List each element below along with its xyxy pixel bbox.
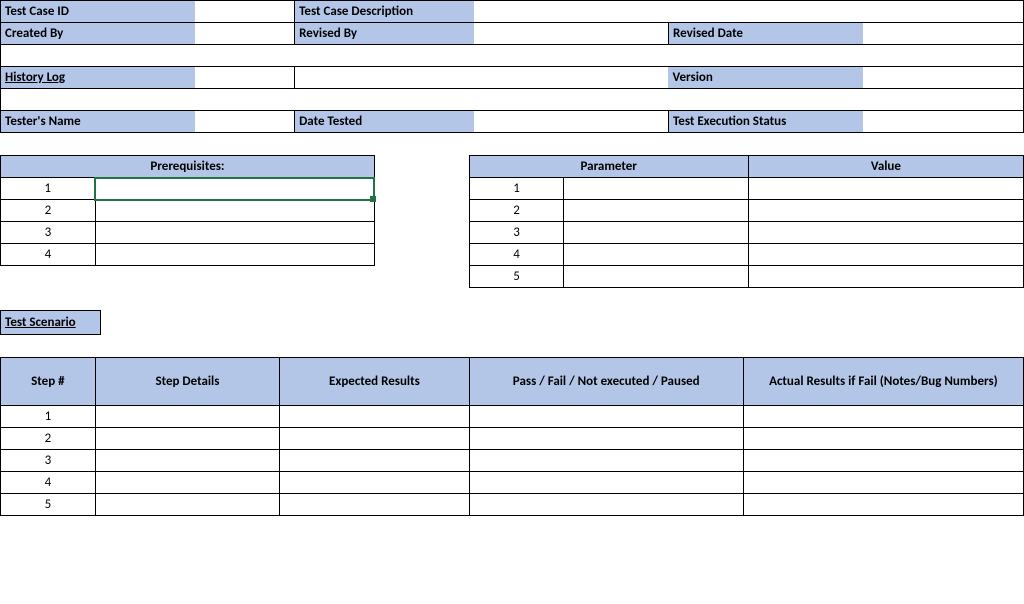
param-row-input[interactable] bbox=[564, 178, 748, 200]
input-test-case-id[interactable] bbox=[195, 1, 295, 23]
pass-fail-input[interactable] bbox=[469, 406, 743, 428]
prereq-row-input[interactable] bbox=[95, 222, 374, 244]
prereq-row-num: 2 bbox=[1, 200, 96, 222]
input-revised-date[interactable] bbox=[863, 23, 1024, 45]
expected-results-input[interactable] bbox=[280, 494, 469, 516]
label-value: Value bbox=[748, 156, 1023, 178]
label-revised-date: Revised Date bbox=[668, 23, 862, 45]
label-revised-by: Revised By bbox=[295, 23, 475, 45]
param-row-num: 2 bbox=[469, 200, 564, 222]
value-row-input[interactable] bbox=[748, 200, 1023, 222]
actual-results-input[interactable] bbox=[743, 406, 1023, 428]
step-details-input[interactable] bbox=[95, 472, 279, 494]
param-row-input[interactable] bbox=[564, 244, 748, 266]
label-testers-name: Tester's Name bbox=[1, 111, 195, 133]
test-scenario-row: Test Scenario bbox=[0, 310, 1024, 335]
actual-results-input[interactable] bbox=[743, 494, 1023, 516]
pass-fail-input[interactable] bbox=[469, 450, 743, 472]
actual-results-input[interactable] bbox=[743, 428, 1023, 450]
input-test-case-description[interactable] bbox=[474, 1, 1023, 23]
label-test-exec-status: Test Execution Status bbox=[668, 111, 862, 133]
step-row-num: 5 bbox=[1, 494, 96, 516]
label-test-case-id: Test Case ID bbox=[1, 1, 195, 23]
label-test-case-description: Test Case Description bbox=[295, 1, 475, 23]
input-revised-by[interactable] bbox=[474, 23, 668, 45]
step-details-input[interactable] bbox=[95, 494, 279, 516]
param-row-num: 5 bbox=[469, 266, 564, 288]
label-step-num: Step # bbox=[1, 358, 96, 406]
param-row-num: 4 bbox=[469, 244, 564, 266]
label-date-tested: Date Tested bbox=[295, 111, 475, 133]
label-test-scenario: Test Scenario bbox=[1, 311, 101, 335]
label-parameter: Parameter bbox=[469, 156, 748, 178]
expected-results-input[interactable] bbox=[280, 428, 469, 450]
input-version[interactable] bbox=[863, 67, 1024, 89]
value-row-input[interactable] bbox=[748, 244, 1023, 266]
step-details-input[interactable] bbox=[95, 450, 279, 472]
param-row-input[interactable] bbox=[564, 222, 748, 244]
step-row-num: 1 bbox=[1, 406, 96, 428]
top-header-table: Test Case ID Test Case Description Creat… bbox=[0, 0, 1024, 133]
param-row-num: 1 bbox=[469, 178, 564, 200]
input-test-exec-status[interactable] bbox=[863, 111, 1024, 133]
label-prerequisites: Prerequisites: bbox=[1, 156, 375, 178]
label-version: Version bbox=[668, 67, 862, 89]
param-row-input[interactable] bbox=[564, 200, 748, 222]
pass-fail-input[interactable] bbox=[469, 428, 743, 450]
prereq-row-input[interactable] bbox=[95, 178, 374, 200]
prereq-row-input[interactable] bbox=[95, 244, 374, 266]
value-row-input[interactable] bbox=[748, 222, 1023, 244]
input-testers-name[interactable] bbox=[195, 111, 295, 133]
step-row-num: 3 bbox=[1, 450, 96, 472]
actual-results-input[interactable] bbox=[743, 450, 1023, 472]
step-row-num: 2 bbox=[1, 428, 96, 450]
steps-table: Step # Step Details Expected Results Pas… bbox=[0, 357, 1024, 516]
test-case-template: Test Case ID Test Case Description Creat… bbox=[0, 0, 1024, 604]
input-date-tested[interactable] bbox=[474, 111, 668, 133]
label-expected-results: Expected Results bbox=[280, 358, 469, 406]
input-created-by[interactable] bbox=[195, 23, 295, 45]
prereq-row-input[interactable] bbox=[95, 200, 374, 222]
pass-fail-input[interactable] bbox=[469, 494, 743, 516]
step-row-num: 4 bbox=[1, 472, 96, 494]
label-history-log: History Log bbox=[1, 67, 195, 89]
prereq-param-area: Prerequisites: Parameter Value 1 1 2 2 3… bbox=[0, 155, 1024, 288]
label-created-by: Created By bbox=[1, 23, 195, 45]
actual-results-input[interactable] bbox=[743, 472, 1023, 494]
param-row-input[interactable] bbox=[564, 266, 748, 288]
prereq-row-num: 3 bbox=[1, 222, 96, 244]
expected-results-input[interactable] bbox=[280, 406, 469, 428]
input-history-log[interactable] bbox=[195, 67, 295, 89]
expected-results-input[interactable] bbox=[280, 450, 469, 472]
label-pass-fail: Pass / Fail / Not executed / Paused bbox=[469, 358, 743, 406]
step-details-input[interactable] bbox=[95, 406, 279, 428]
param-row-num: 3 bbox=[469, 222, 564, 244]
label-step-details: Step Details bbox=[95, 358, 279, 406]
label-actual-results: Actual Results if Fail (Notes/Bug Number… bbox=[743, 358, 1023, 406]
prereq-row-num: 1 bbox=[1, 178, 96, 200]
prereq-row-num: 4 bbox=[1, 244, 96, 266]
expected-results-input[interactable] bbox=[280, 472, 469, 494]
pass-fail-input[interactable] bbox=[469, 472, 743, 494]
value-row-input[interactable] bbox=[748, 178, 1023, 200]
value-row-input[interactable] bbox=[748, 266, 1023, 288]
step-details-input[interactable] bbox=[95, 428, 279, 450]
